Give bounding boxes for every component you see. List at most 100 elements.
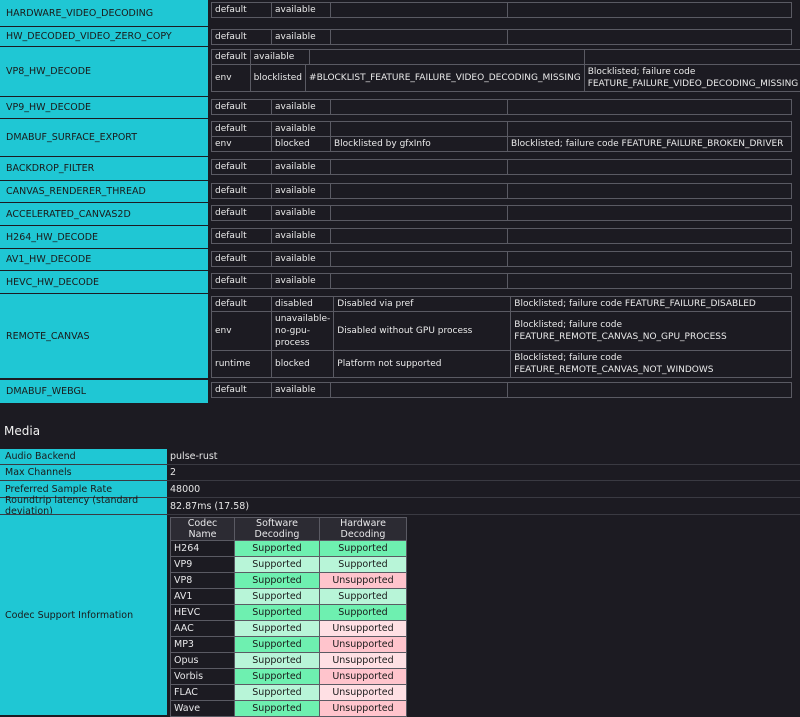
- status-value: available: [272, 229, 331, 244]
- feature-status-table: defaultavailable: [211, 183, 792, 199]
- software-decoding-status: Supported: [235, 605, 320, 621]
- status-type: default: [212, 30, 272, 45]
- media-value: 2: [168, 465, 800, 480]
- status-row: defaultavailable: [212, 3, 792, 18]
- feature-status-table: defaultavailable: [211, 29, 792, 45]
- codec-table-wrapper: Codec NameSoftware DecodingHardware Deco…: [170, 517, 407, 717]
- feature-status-table: defaultavailable: [211, 2, 792, 18]
- status-failure: [508, 160, 792, 175]
- status-value: disabled: [272, 297, 334, 312]
- hardware-decoding-status: Unsupported: [320, 621, 407, 637]
- feature-status-table: defaultavailableenvblocklisted#BLOCKLIST…: [211, 49, 800, 92]
- status-message: Blocklisted by gfxInfo: [331, 137, 508, 152]
- hardware-decoding-status: Unsupported: [320, 653, 407, 669]
- feature-name: DMABUF_WEBGL: [0, 380, 208, 403]
- software-decoding-status: Supported: [235, 653, 320, 669]
- status-failure: Blocklisted; failure code FEATURE_REMOTE…: [511, 312, 792, 351]
- codec-name: AAC: [171, 621, 235, 637]
- media-value: 82.87ms (17.58): [168, 498, 800, 514]
- status-failure: [508, 206, 792, 221]
- feature-name: VP9_HW_DECODE: [0, 97, 208, 118]
- feature-name: ACCELERATED_CANVAS2D: [0, 203, 208, 225]
- software-decoding-status: Supported: [235, 669, 320, 685]
- media-label: Roundtrip latency (standard deviation): [0, 498, 167, 514]
- status-row: defaultavailable: [212, 30, 792, 45]
- media-label: Audio Backend: [0, 449, 167, 464]
- feature-name: HW_DECODED_VIDEO_ZERO_COPY: [0, 27, 208, 46]
- codec-row: VP8SupportedUnsupported: [171, 573, 407, 589]
- status-message: [331, 383, 508, 398]
- status-row: defaultavailable: [212, 274, 792, 289]
- status-value: available: [272, 30, 331, 45]
- status-type: default: [212, 383, 272, 398]
- status-type: default: [212, 252, 272, 267]
- status-value: available: [272, 100, 331, 115]
- status-row: defaultdisabledDisabled via prefBlocklis…: [212, 297, 792, 312]
- status-type: default: [212, 100, 272, 115]
- status-message: [331, 3, 508, 18]
- feature-status-table: defaultavailable: [211, 382, 792, 398]
- codec-name: Opus: [171, 653, 235, 669]
- codec-name: HEVC: [171, 605, 235, 621]
- status-failure: Blocklisted; failure code FEATURE_REMOTE…: [511, 351, 792, 378]
- status-failure: [508, 100, 792, 115]
- status-failure: [508, 383, 792, 398]
- hardware-decoding-status: Unsupported: [320, 701, 407, 717]
- status-type: env: [212, 137, 272, 152]
- status-failure: [508, 3, 792, 18]
- software-decoding-status: Supported: [235, 701, 320, 717]
- codec-name-header: Codec Name: [171, 518, 235, 541]
- status-row: defaultavailable: [212, 160, 792, 175]
- feature-status-table: defaultavailable: [211, 159, 792, 175]
- codec-row: FLACSupportedUnsupported: [171, 685, 407, 701]
- hardware-decoding-status: Unsupported: [320, 669, 407, 685]
- status-message: #BLOCKLIST_FEATURE_FAILURE_VIDEO_DECODIN…: [306, 65, 585, 92]
- status-message: [331, 252, 508, 267]
- status-message: [331, 274, 508, 289]
- status-value: available: [251, 50, 310, 64]
- codec-row: H264SupportedSupported: [171, 541, 407, 557]
- status-row: defaultavailable: [212, 252, 792, 267]
- hardware-decoding-status: Supported: [320, 605, 407, 621]
- hardware-decoding-status: Unsupported: [320, 573, 407, 589]
- status-value: available: [272, 274, 331, 289]
- status-row: defaultavailable: [212, 206, 792, 221]
- status-row: defaultavailable: [212, 50, 800, 65]
- software-decoding-status: Supported: [235, 685, 320, 701]
- status-type: env: [212, 312, 272, 351]
- feature-status-cell: defaultavailable: [209, 380, 800, 403]
- status-message: [331, 229, 508, 244]
- status-failure: [508, 252, 792, 267]
- status-row: envblocklisted#BLOCKLIST_FEATURE_FAILURE…: [212, 65, 800, 92]
- status-inner-table: available: [251, 50, 584, 64]
- status-row: envblockedBlocklisted by gfxInfoBlocklis…: [212, 137, 792, 152]
- feature-status-cell: defaultavailable: [209, 249, 800, 270]
- codec-row: MP3SupportedUnsupported: [171, 637, 407, 653]
- feature-status-table: defaultavailable: [211, 228, 792, 244]
- status-value: available: [272, 160, 331, 175]
- hardware-decoding-status: Unsupported: [320, 637, 407, 653]
- media-section-heading: Media: [4, 424, 40, 438]
- codec-name: MP3: [171, 637, 235, 653]
- feature-status-table: defaultavailableenvblockedBlocklisted by…: [211, 121, 792, 152]
- status-failure: [508, 30, 792, 45]
- media-value: pulse-rust: [168, 449, 800, 464]
- status-type: default: [212, 229, 272, 244]
- feature-status-table: defaultavailable: [211, 205, 792, 221]
- feature-status-cell: defaultavailable: [209, 226, 800, 248]
- software-decoding-header: Software Decoding: [235, 518, 320, 541]
- feature-name: AV1_HW_DECODE: [0, 249, 208, 270]
- status-value: available: [272, 383, 331, 398]
- codec-row: VorbisSupportedUnsupported: [171, 669, 407, 685]
- codec-name: H264: [171, 541, 235, 557]
- codec-support-label: Codec Support Information: [0, 515, 167, 715]
- feature-name: HARDWARE_VIDEO_DECODING: [0, 0, 208, 26]
- codec-row: HEVCSupportedSupported: [171, 605, 407, 621]
- hardware-decoding-status: Unsupported: [320, 685, 407, 701]
- feature-name: HEVC_HW_DECODE: [0, 271, 208, 293]
- status-failure: [584, 50, 800, 65]
- status-message: [331, 122, 508, 137]
- feature-name: H264_HW_DECODE: [0, 226, 208, 248]
- software-decoding-status: Supported: [235, 621, 320, 637]
- status-value: blocklisted: [250, 65, 305, 92]
